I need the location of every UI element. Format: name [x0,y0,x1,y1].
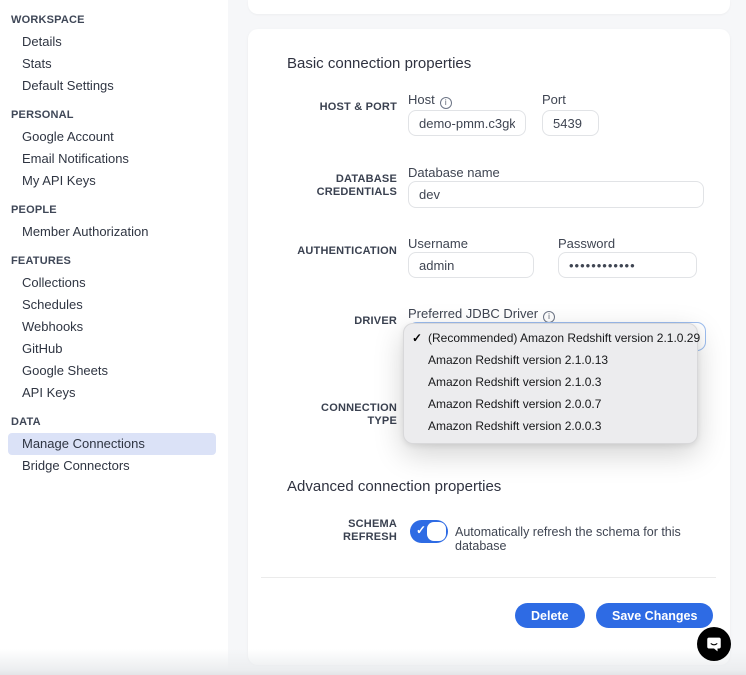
chat-bubble-icon [705,635,723,653]
page: { "sidebar": { "sections": [ { "label": … [0,0,746,675]
settings-sidebar: WORKSPACE Details Stats Default Settings… [0,0,228,675]
dropdown-option-label: Amazon Redshift version 2.0.0.7 [428,397,601,411]
database-credentials-section-label: DATABASE CREDENTIALS [307,173,397,199]
sidebar-item-stats[interactable]: Stats [8,53,216,75]
save-changes-button[interactable]: Save Changes [596,603,713,628]
sidebar-item-member-authorization[interactable]: Member Authorization [8,221,216,243]
sidebar-item-manage-connections[interactable]: Manage Connections [8,433,216,455]
host-input[interactable] [408,110,526,136]
dropdown-option-label: Amazon Redshift version 2.1.0.13 [428,353,608,367]
sidebar-section-data: DATA Manage Connections Bridge Connector… [0,410,228,477]
sidebar-section-label: DATA [0,410,228,433]
schema-refresh-description: Automatically refresh the schema for thi… [455,525,730,553]
sidebar-section-features: FEATURES Collections Schedules Webhooks … [0,249,228,404]
sidebar-item-github[interactable]: GitHub [8,338,216,360]
username-input[interactable] [408,252,534,278]
section-divider [261,577,716,578]
sidebar-section-workspace: WORKSPACE Details Stats Default Settings [0,8,228,97]
password-label: Password [558,236,615,251]
dropdown-option-label: Amazon Redshift version 2.0.0.3 [428,419,601,433]
dropdown-option[interactable]: Amazon Redshift version 2.0.0.7 [404,393,697,415]
dropdown-option-label: (Recommended) Amazon Redshift version 2.… [428,331,700,345]
dropdown-option[interactable]: Amazon Redshift version 2.1.0.3 [404,371,697,393]
sidebar-item-google-sheets[interactable]: Google Sheets [8,360,216,382]
sidebar-section-people: PEOPLE Member Authorization [0,198,228,243]
port-field-label: Port [542,92,566,107]
advanced-properties-heading: Advanced connection properties [287,478,501,495]
sidebar-section-label: PERSONAL [0,103,228,126]
database-name-label: Database name [408,165,500,180]
sidebar-item-email-notifications[interactable]: Email Notifications [8,148,216,170]
sidebar-item-schedules[interactable]: Schedules [8,294,216,316]
username-label: Username [408,236,468,251]
sidebar-item-collections[interactable]: Collections [8,272,216,294]
jdbc-driver-dropdown-menu: ✓(Recommended) Amazon Redshift version 2… [403,323,698,444]
delete-button[interactable]: Delete [515,603,585,628]
dropdown-option-recommended[interactable]: ✓(Recommended) Amazon Redshift version 2… [404,327,697,349]
chat-launcher-button[interactable] [697,627,731,661]
basic-properties-heading: Basic connection properties [287,55,471,72]
sidebar-section-personal: PERSONAL Google Account Email Notificati… [0,103,228,192]
authentication-section-label: AUTHENTICATION [248,245,397,258]
sidebar-item-my-api-keys[interactable]: My API Keys [8,170,216,192]
driver-section-label: DRIVER [248,315,397,328]
schema-refresh-section-label: SCHEMA REFRESH [307,518,397,544]
sidebar-item-google-account[interactable]: Google Account [8,126,216,148]
toggle-check-icon: ✓ [416,523,426,537]
connection-type-section-label: CONNECTION TYPE [307,402,397,428]
previous-card-bottom [248,0,730,14]
password-input[interactable] [558,252,697,278]
toggle-knob [427,522,446,541]
sidebar-item-webhooks[interactable]: Webhooks [8,316,216,338]
jdbc-driver-label: Preferred JDBC Driveri [408,306,555,323]
checkmark-icon: ✓ [412,327,426,349]
jdbc-driver-label-text: Preferred JDBC Driver [408,306,538,321]
dropdown-option[interactable]: Amazon Redshift version 2.0.0.3 [404,415,697,437]
host-field-label: Hosti [408,92,452,109]
schema-refresh-toggle[interactable]: ✓ [410,520,448,543]
port-input[interactable] [542,110,599,136]
sidebar-section-label: FEATURES [0,249,228,272]
dropdown-option[interactable]: Amazon Redshift version 2.1.0.13 [404,349,697,371]
sidebar-section-label: WORKSPACE [0,8,228,31]
host-label-text: Host [408,92,435,107]
host-port-section-label: HOST & PORT [248,101,397,114]
sidebar-item-details[interactable]: Details [8,31,216,53]
sidebar-item-default-settings[interactable]: Default Settings [8,75,216,97]
sidebar-section-label: PEOPLE [0,198,228,221]
dropdown-option-label: Amazon Redshift version 2.1.0.3 [428,375,601,389]
sidebar-item-bridge-connectors[interactable]: Bridge Connectors [8,455,216,477]
host-info-icon[interactable]: i [440,97,452,109]
database-name-input[interactable] [408,181,704,208]
connection-settings-card: Basic connection properties HOST & PORT … [248,29,730,665]
sidebar-item-api-keys[interactable]: API Keys [8,382,216,404]
